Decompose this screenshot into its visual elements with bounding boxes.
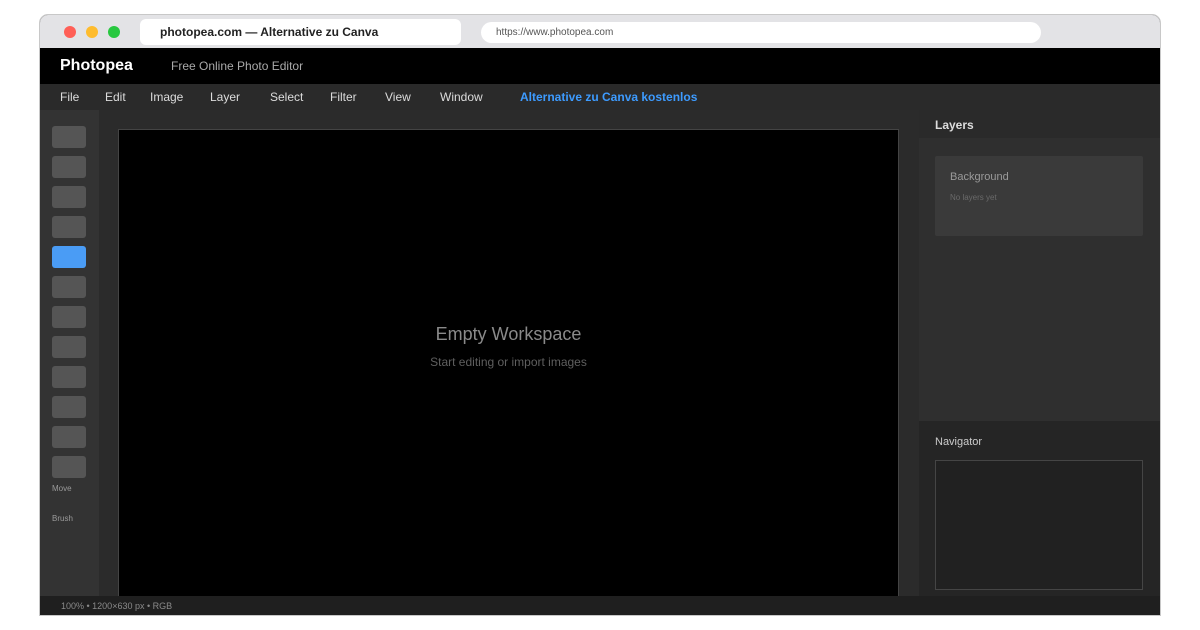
empty-workspace-title: Empty Workspace bbox=[435, 324, 582, 344]
app-tagline: Free Online Photo Editor bbox=[171, 59, 304, 73]
maximize-window-button[interactable] bbox=[108, 26, 120, 38]
menu-image[interactable]: Image bbox=[150, 84, 183, 110]
minimize-window-button[interactable] bbox=[86, 26, 98, 38]
navigator-preview[interactable] bbox=[935, 460, 1143, 590]
menu-file[interactable]: File bbox=[60, 84, 79, 110]
layer-name: Background bbox=[950, 171, 1009, 183]
menu-edit[interactable]: Edit bbox=[105, 84, 126, 110]
workspace-area: Empty Workspace Start editing or import … bbox=[99, 110, 919, 596]
tool-button[interactable] bbox=[52, 216, 86, 238]
tool-button[interactable] bbox=[52, 156, 86, 178]
browser-tab[interactable]: photopea.com — Alternative zu Canva bbox=[140, 19, 461, 45]
app-logo[interactable]: Photopea bbox=[60, 48, 133, 84]
tool-palette: Move Brush bbox=[40, 110, 99, 596]
layers-panel-title[interactable]: Layers bbox=[935, 110, 974, 140]
menu-select[interactable]: Select bbox=[270, 84, 303, 110]
navigator-title[interactable]: Navigator bbox=[935, 436, 982, 448]
tool-label-move: Move bbox=[52, 484, 72, 493]
menu-bar: File Edit Image Layer Select Filter View… bbox=[40, 84, 1160, 110]
menu-window[interactable]: Window bbox=[440, 84, 483, 110]
layers-panel-header: Layers bbox=[919, 110, 1160, 140]
tool-button[interactable] bbox=[52, 456, 86, 478]
tool-button[interactable] bbox=[52, 396, 86, 418]
menu-filter[interactable]: Filter bbox=[330, 84, 357, 110]
promo-link[interactable]: Alternative zu Canva kostenlos bbox=[520, 84, 697, 110]
tool-button[interactable] bbox=[52, 426, 86, 448]
app-header: Photopea Free Online Photo Editor bbox=[40, 48, 1160, 84]
tool-button[interactable] bbox=[52, 366, 86, 388]
right-panel: Layers Background No layers yet Navigato… bbox=[919, 110, 1160, 596]
close-window-button[interactable] bbox=[64, 26, 76, 38]
tool-button[interactable] bbox=[52, 306, 86, 328]
status-bar: 100% • 1200×630 px • RGB bbox=[40, 596, 1160, 615]
status-text: 100% • 1200×630 px • RGB bbox=[61, 601, 173, 611]
tool-label-brush: Brush bbox=[52, 514, 73, 523]
tool-button[interactable] bbox=[52, 186, 86, 208]
tool-button[interactable] bbox=[52, 126, 86, 148]
layers-empty-text: No layers yet bbox=[950, 193, 997, 202]
browser-chrome: photopea.com — Alternative zu Canva http… bbox=[40, 15, 1160, 48]
layers-panel: Background No layers yet bbox=[919, 138, 1160, 421]
tool-button-active[interactable] bbox=[52, 246, 86, 268]
menu-view[interactable]: View bbox=[385, 84, 411, 110]
menu-layer[interactable]: Layer bbox=[210, 84, 240, 110]
canvas[interactable]: Empty Workspace Start editing or import … bbox=[118, 129, 899, 596]
browser-window: photopea.com — Alternative zu Canva http… bbox=[39, 14, 1161, 616]
address-bar[interactable]: https://www.photopea.com bbox=[481, 22, 1041, 43]
layer-item[interactable]: Background No layers yet bbox=[935, 156, 1143, 236]
tool-button[interactable] bbox=[52, 276, 86, 298]
tool-button[interactable] bbox=[52, 336, 86, 358]
empty-workspace-subtitle: Start editing or import images bbox=[430, 355, 587, 369]
